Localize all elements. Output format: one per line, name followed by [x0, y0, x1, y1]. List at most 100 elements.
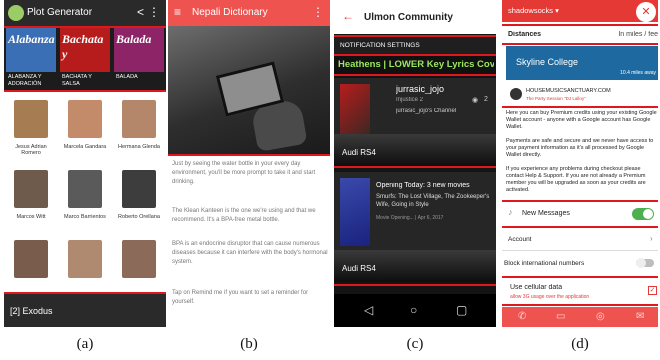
highlight-distances-top [502, 24, 658, 26]
car-banner: Audi RS4 [334, 250, 496, 282]
album-tile[interactable]: Balada BALADA [114, 28, 164, 90]
artist-card[interactable]: Jesus Adrian Romero [6, 92, 56, 162]
highlight-para-top [502, 106, 658, 108]
album-label: ALABANZA Y ADORACIÓN [8, 74, 42, 87]
card-channel: jurrasic_jojo's Channel [396, 108, 457, 114]
feed-card[interactable]: jurrasic_jojo Injustice 2 jurrasic_jojo'… [334, 78, 496, 166]
caption-c: (c) [406, 336, 424, 352]
distances-label: Distances [508, 31, 542, 38]
artist-name: Marco Barrientos [64, 214, 106, 220]
artist-photo [122, 240, 156, 278]
account-label[interactable]: Account [508, 236, 532, 243]
artist-photo [14, 100, 48, 138]
highlight-cellular-bottom [502, 304, 658, 306]
panel-b-nepali-dictionary: ≡ Nepali Dictionary ⋮ Just by seeing the… [168, 0, 330, 327]
distances-value[interactable]: In miles / fee [618, 31, 658, 38]
info-paragraph: Payments are safe and secure and we neve… [506, 138, 654, 158]
eye-icon: ◉ [472, 97, 479, 104]
nav-recents-icon[interactable]: ▢ [456, 303, 467, 317]
new-messages-toggle[interactable] [632, 208, 654, 220]
caption-d: (d) [571, 336, 589, 352]
song-title-row[interactable]: Heathens | LOWER Key Lyrics Cover... [334, 56, 496, 74]
cellular-sublabel: allow 3G usage over the application [510, 294, 590, 300]
chat-icon[interactable]: ▭ [556, 311, 565, 322]
app-title: Plot Generator [27, 7, 93, 18]
album-label: BALADA [116, 74, 138, 80]
card-heading: jurrasic_jojo [396, 84, 445, 94]
view-count: 2 [484, 96, 488, 103]
article-paragraph: Just by seeing the water bottle in your … [172, 161, 316, 185]
section-title: NOTIFICATION SETTINGS [340, 42, 420, 49]
artist-card[interactable]: Hermana Glenda [114, 92, 164, 162]
artist-name: Marcos Witt [16, 214, 46, 220]
app-title: Nepali Dictionary [192, 7, 268, 18]
app-bar: ≡ Nepali Dictionary ⋮ [168, 0, 330, 26]
now-playing-bar[interactable]: [2] Exodus [4, 294, 166, 327]
car-banner: Audi RS4 [334, 134, 496, 166]
site-avatar [510, 88, 522, 100]
location-banner[interactable]: Skyline College 10.4 miles away [506, 46, 658, 80]
artist-card[interactable]: Roberto Orellana [114, 162, 164, 232]
highlight-divider [334, 166, 496, 168]
share-icon[interactable]: < [137, 5, 144, 19]
article-paragraph: The Klean Kanteen is the one we're using… [172, 208, 316, 223]
highlight-card-bottom [334, 284, 496, 286]
highlight-section-top [334, 35, 496, 37]
artist-photo [122, 170, 156, 208]
album-art: Bachata y [60, 28, 110, 72]
caption-a: (a) [76, 336, 94, 352]
album-art-title: Alabanza [8, 32, 55, 46]
nav-home-icon[interactable]: ○ [410, 303, 417, 317]
artist-photo [14, 240, 48, 278]
camera-icon[interactable]: ◎ [596, 311, 605, 322]
highlight-messages-bottom [502, 226, 658, 228]
album-label: BACHATA Y SALSA [62, 74, 92, 87]
album-art: Alabanza [6, 28, 56, 72]
artist-photo [68, 170, 102, 208]
cellular-label: Use cellular data [510, 284, 563, 291]
new-messages-label: New Messages [522, 210, 570, 217]
artist-photo [14, 170, 48, 208]
card-heading: Opening Today: 3 new movies [376, 182, 470, 189]
artist-name: Hermana Glenda [118, 144, 160, 150]
system-nav-bar: ◁ ○ ▢ [334, 294, 496, 327]
site-subtitle: The Party Session "DJ Lalloy" [526, 96, 586, 101]
app-bar: shadowsocks ▾ [502, 0, 658, 22]
card-thumbnail [340, 178, 370, 246]
hamburger-menu-icon[interactable]: ≡ [174, 5, 181, 19]
app-logo-icon [8, 5, 24, 21]
location-name: Skyline College [516, 57, 579, 67]
feed-card[interactable]: Opening Today: 3 new movies Smurfs: The … [334, 172, 496, 282]
album-tile[interactable]: Alabanza ALABANZA Y ADORACIÓN [6, 28, 56, 90]
highlight-top [4, 26, 166, 28]
mail-icon[interactable]: ✉ [636, 311, 644, 322]
phone-icon[interactable]: ✆ [518, 311, 526, 322]
artist-photo [68, 100, 102, 138]
block-intl-toggle[interactable] [636, 258, 654, 268]
album-tile[interactable]: Bachata y BACHATA Y SALSA [60, 28, 110, 90]
chevron-right-icon[interactable]: › [650, 234, 653, 243]
close-icon[interactable]: ✕ [636, 2, 656, 22]
app-title[interactable]: shadowsocks ▾ [508, 6, 559, 15]
artist-card[interactable]: Marcos Witt [6, 162, 56, 232]
nav-back-icon[interactable]: ◁ [364, 303, 373, 317]
highlight-image-bottom [168, 154, 330, 156]
artist-card[interactable]: Marco Barrientos [60, 162, 110, 232]
back-arrow-icon[interactable]: ← [342, 9, 354, 23]
overflow-menu-icon[interactable]: ⋮ [312, 5, 324, 19]
hero-image [168, 26, 330, 154]
cellular-checkbox[interactable]: ✓ [648, 286, 657, 295]
artist-grid: Jesus Adrian Romero Marcela Gandara Herm… [4, 92, 166, 294]
song-title: Heathens | LOWER Key Lyrics Cover... [338, 59, 494, 70]
artist-photo [68, 240, 102, 278]
location-distance: 10.4 miles away [620, 70, 656, 76]
highlight-distances-bottom [502, 43, 658, 45]
highlight-cellular-top [502, 276, 658, 278]
info-paragraph: If you experience any problems during ch… [506, 166, 646, 193]
site-name: HOUSEMUSICSANCTUARY.COM [526, 88, 611, 94]
artist-card[interactable]: Marcela Gandara [60, 92, 110, 162]
album-art: Balada [114, 28, 164, 72]
info-paragraph: Here you can buy Premium credits using y… [506, 110, 657, 130]
panel-d-shadowsocks: shadowsocks ▾ ✕ Distances In miles / fee… [502, 0, 658, 327]
overflow-menu-icon[interactable]: ⋮ [148, 5, 160, 19]
